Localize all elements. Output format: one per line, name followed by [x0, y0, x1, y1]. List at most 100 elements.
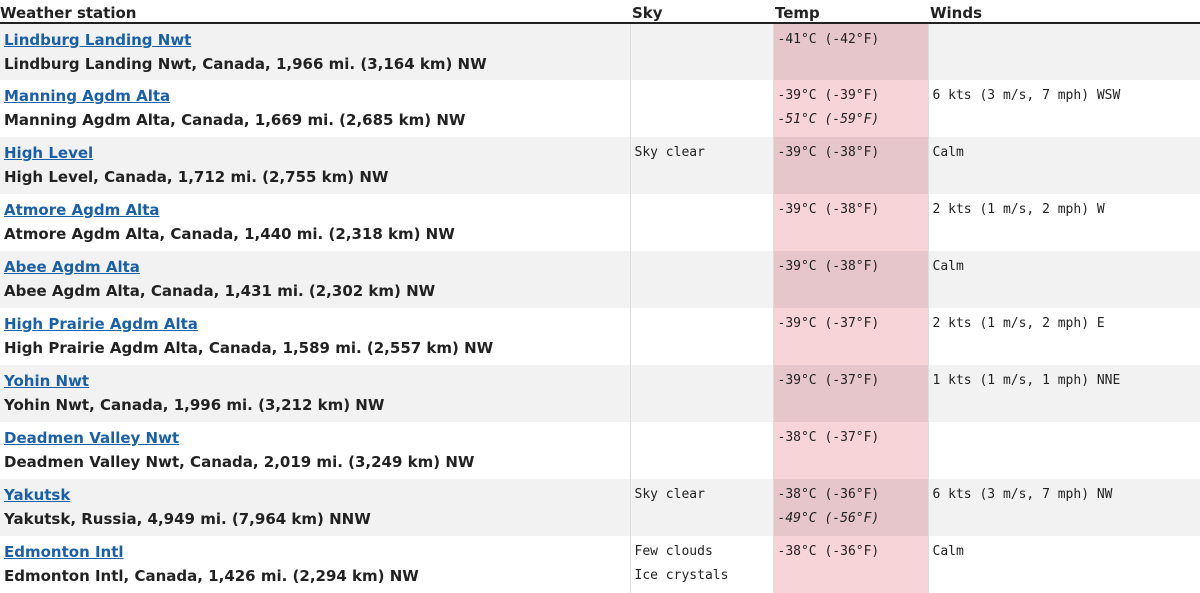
temperature: -39°C (-37°F): [778, 312, 928, 336]
wind-value: 2 kts (1 m/s, 2 mph) W: [933, 198, 1200, 222]
wind-value: Calm: [933, 255, 1200, 279]
station-cell: Yohin Nwt Yohin Nwt, Canada, 1,996 mi. (…: [0, 365, 630, 422]
wind-value: Calm: [933, 141, 1200, 165]
winds-cell: 2 kts (1 m/s, 2 mph) E: [928, 308, 1200, 365]
temp-cell: -38°C (-36°F) -49°C (-56°F): [773, 479, 928, 536]
station-link[interactable]: Atmore Agdm Alta: [4, 201, 630, 220]
station-description: Abee Agdm Alta, Canada, 1,431 mi. (2,302…: [4, 282, 630, 301]
temperature: -39°C (-38°F): [778, 255, 928, 279]
wind-value: 6 kts (3 m/s, 7 mph) NW: [933, 483, 1200, 507]
station-cell: Atmore Agdm Alta Atmore Agdm Alta, Canad…: [0, 194, 630, 251]
temp-cell: -39°C (-38°F): [773, 194, 928, 251]
table-header: Weather station Sky Temp Winds: [0, 0, 1200, 23]
wind-value: 2 kts (1 m/s, 2 mph) E: [933, 312, 1200, 336]
station-description: Lindburg Landing Nwt, Canada, 1,966 mi. …: [4, 55, 630, 74]
temperature: -38°C (-36°F): [778, 540, 928, 564]
station-cell: Lindburg Landing Nwt Lindburg Landing Nw…: [0, 23, 630, 80]
temp-cell: -38°C (-36°F): [773, 536, 928, 593]
wind-value: 1 kts (1 m/s, 1 mph) NNE: [933, 369, 1200, 393]
station-link[interactable]: Manning Agdm Alta: [4, 87, 630, 106]
temp-cell: -39°C (-37°F): [773, 365, 928, 422]
station-cell: Deadmen Valley Nwt Deadmen Valley Nwt, C…: [0, 422, 630, 479]
header-winds: Winds: [928, 0, 1200, 23]
sky-cell: [630, 422, 773, 479]
temperature-low: -49°C (-56°F): [778, 507, 928, 531]
station-description: High Level, Canada, 1,712 mi. (2,755 km)…: [4, 168, 630, 187]
sky-cell: Sky clear: [630, 137, 773, 194]
station-description: Edmonton Intl, Canada, 1,426 mi. (2,294 …: [4, 567, 630, 586]
wind-value: 6 kts (3 m/s, 7 mph) WSW: [933, 84, 1200, 108]
sky-condition: Sky clear: [635, 483, 773, 507]
sky-cell: Few clouds Ice crystals: [630, 536, 773, 593]
header-station: Weather station: [0, 0, 630, 23]
station-description: High Prairie Agdm Alta, Canada, 1,589 mi…: [4, 339, 630, 358]
temp-cell: -39°C (-37°F): [773, 308, 928, 365]
station-description: Yakutsk, Russia, 4,949 mi. (7,964 km) NN…: [4, 510, 630, 529]
temperature: -39°C (-37°F): [778, 369, 928, 393]
temp-cell: -38°C (-37°F): [773, 422, 928, 479]
temperature-low: -51°C (-59°F): [778, 108, 928, 132]
station-cell: High Level High Level, Canada, 1,712 mi.…: [0, 137, 630, 194]
temperature: -38°C (-37°F): [778, 426, 928, 450]
sky-cell: [630, 365, 773, 422]
table-body: Lindburg Landing Nwt Lindburg Landing Nw…: [0, 23, 1200, 593]
winds-cell: [928, 422, 1200, 479]
table-row: Edmonton Intl Edmonton Intl, Canada, 1,4…: [0, 536, 1200, 593]
station-description: Deadmen Valley Nwt, Canada, 2,019 mi. (3…: [4, 453, 630, 472]
winds-cell: 6 kts (3 m/s, 7 mph) NW: [928, 479, 1200, 536]
sky-cell: [630, 194, 773, 251]
station-link[interactable]: Edmonton Intl: [4, 543, 630, 562]
station-link[interactable]: Abee Agdm Alta: [4, 258, 630, 277]
header-temp: Temp: [773, 0, 928, 23]
temperature: -39°C (-39°F): [778, 84, 928, 108]
table-row: Atmore Agdm Alta Atmore Agdm Alta, Canad…: [0, 194, 1200, 251]
header-sky: Sky: [630, 0, 773, 23]
table-row: Manning Agdm Alta Manning Agdm Alta, Can…: [0, 80, 1200, 137]
station-link[interactable]: High Prairie Agdm Alta: [4, 315, 630, 334]
table-row: Yakutsk Yakutsk, Russia, 4,949 mi. (7,96…: [0, 479, 1200, 536]
sky-condition: Few clouds: [635, 540, 773, 564]
temperature: -39°C (-38°F): [778, 198, 928, 222]
station-description: Atmore Agdm Alta, Canada, 1,440 mi. (2,3…: [4, 225, 630, 244]
table-row: Lindburg Landing Nwt Lindburg Landing Nw…: [0, 23, 1200, 80]
station-cell: Manning Agdm Alta Manning Agdm Alta, Can…: [0, 80, 630, 137]
sky-cell: [630, 80, 773, 137]
winds-cell: Calm: [928, 251, 1200, 308]
winds-cell: 1 kts (1 m/s, 1 mph) NNE: [928, 365, 1200, 422]
winds-cell: 2 kts (1 m/s, 2 mph) W: [928, 194, 1200, 251]
temperature: -41°C (-42°F): [778, 28, 928, 52]
sky-condition: Sky clear: [635, 141, 773, 165]
temp-cell: -39°C (-38°F): [773, 251, 928, 308]
station-cell: Abee Agdm Alta Abee Agdm Alta, Canada, 1…: [0, 251, 630, 308]
table-row: High Level High Level, Canada, 1,712 mi.…: [0, 137, 1200, 194]
sky-cell: [630, 251, 773, 308]
table-row: Deadmen Valley Nwt Deadmen Valley Nwt, C…: [0, 422, 1200, 479]
station-description: Manning Agdm Alta, Canada, 1,669 mi. (2,…: [4, 111, 630, 130]
temperature: -39°C (-38°F): [778, 141, 928, 165]
station-link[interactable]: Yohin Nwt: [4, 372, 630, 391]
sky-cell: [630, 23, 773, 80]
table-row: Abee Agdm Alta Abee Agdm Alta, Canada, 1…: [0, 251, 1200, 308]
temp-cell: -39°C (-38°F): [773, 137, 928, 194]
temp-cell: -41°C (-42°F): [773, 23, 928, 80]
wind-value: Calm: [933, 540, 1200, 564]
station-link[interactable]: High Level: [4, 144, 630, 163]
sky-cell: Sky clear: [630, 479, 773, 536]
station-description: Yohin Nwt, Canada, 1,996 mi. (3,212 km) …: [4, 396, 630, 415]
station-cell: Yakutsk Yakutsk, Russia, 4,949 mi. (7,96…: [0, 479, 630, 536]
winds-cell: Calm: [928, 137, 1200, 194]
sky-cell: [630, 308, 773, 365]
winds-cell: [928, 23, 1200, 80]
winds-cell: Calm: [928, 536, 1200, 593]
station-link[interactable]: Yakutsk: [4, 486, 630, 505]
temp-cell: -39°C (-39°F) -51°C (-59°F): [773, 80, 928, 137]
station-link[interactable]: Deadmen Valley Nwt: [4, 429, 630, 448]
table-row: High Prairie Agdm Alta High Prairie Agdm…: [0, 308, 1200, 365]
table-row: Yohin Nwt Yohin Nwt, Canada, 1,996 mi. (…: [0, 365, 1200, 422]
sky-condition-secondary: Ice crystals: [635, 564, 773, 588]
station-cell: High Prairie Agdm Alta High Prairie Agdm…: [0, 308, 630, 365]
station-cell: Edmonton Intl Edmonton Intl, Canada, 1,4…: [0, 536, 630, 593]
temperature: -38°C (-36°F): [778, 483, 928, 507]
weather-station-table: Weather station Sky Temp Winds Lindburg …: [0, 0, 1200, 593]
station-link[interactable]: Lindburg Landing Nwt: [4, 31, 630, 50]
